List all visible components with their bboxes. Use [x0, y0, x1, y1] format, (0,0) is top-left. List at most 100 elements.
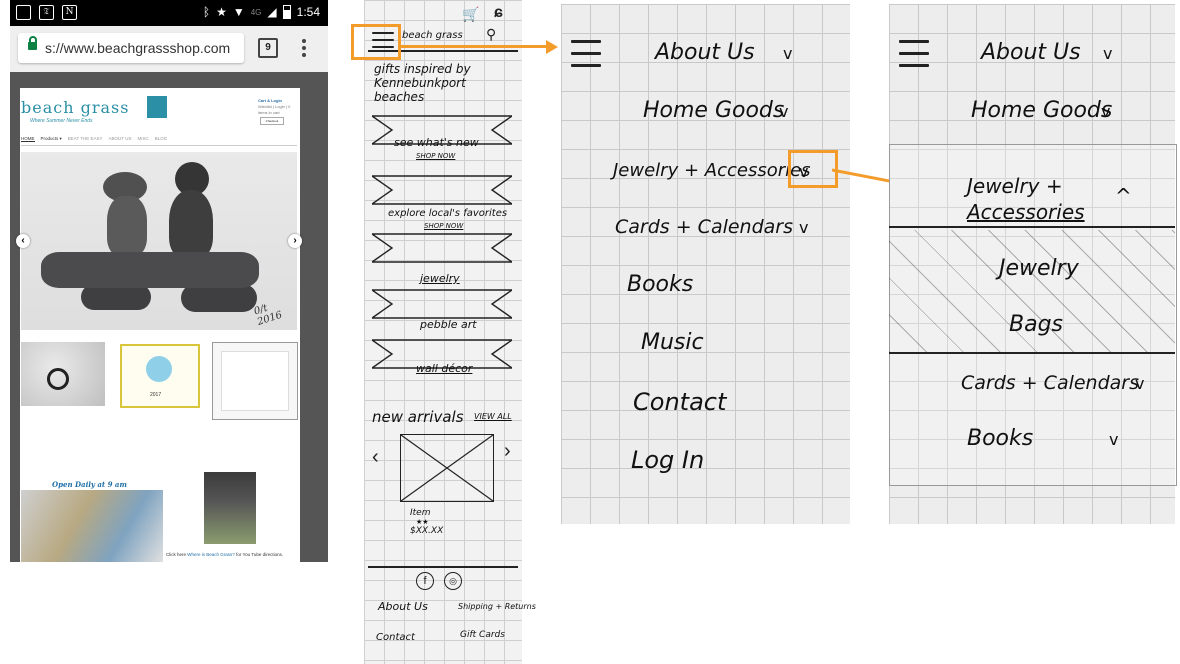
logo-mark-icon — [147, 96, 167, 118]
open-daily-text: Open Daily at 9 am — [52, 480, 127, 489]
highlight-box-hamburger — [351, 24, 401, 60]
banner-title[interactable]: pebble art — [420, 318, 477, 331]
menu-item-label[interactable]: Books — [967, 426, 1033, 451]
checkout-button[interactable]: Checkout — [260, 117, 284, 125]
banner-title[interactable]: jewelry — [420, 272, 460, 285]
chevron-down-icon[interactable]: v — [1135, 374, 1144, 393]
submenu-item-label[interactable]: Jewelry — [999, 256, 1079, 281]
clock: 1:54 — [296, 5, 320, 19]
footer-shipping[interactable]: Shipping + Returns — [458, 602, 536, 611]
nav-about[interactable]: ABOUT US — [109, 136, 132, 142]
menu-item-label[interactable]: Jewelry + Accessories — [613, 160, 811, 181]
site-nav: HOME Products ▾ BEAT THE EASY ABOUT US M… — [21, 136, 167, 142]
chevron-down-icon[interactable]: v — [1109, 430, 1118, 449]
chevron-down-icon[interactable]: v — [783, 44, 792, 63]
address-bar[interactable]: s://www.beachgrassshop.com — [18, 33, 244, 63]
menu-item-label[interactable]: Log In — [631, 446, 704, 474]
lock-icon — [28, 36, 37, 50]
artist-signature: 0/t 2016 — [252, 302, 284, 328]
more-options-icon[interactable] — [302, 39, 306, 60]
directions-suffix: for You Tube directions. — [236, 552, 284, 557]
wifi-icon: ▼ — [232, 5, 245, 19]
magazine-image — [21, 490, 163, 562]
calendar-year: 2017 — [150, 392, 162, 398]
hamburger-icon[interactable] — [899, 40, 929, 72]
carousel-next-icon[interactable]: › — [504, 440, 511, 463]
facebook-icon[interactable]: f — [416, 572, 434, 590]
carousel-prev-icon[interactable]: ‹ — [16, 234, 30, 248]
item-name: Item — [410, 508, 431, 518]
sketch-brand: beach grass — [402, 30, 463, 41]
nyt-icon: 𝔗 — [39, 5, 54, 20]
carousel-next-icon[interactable]: › — [288, 234, 302, 248]
footer-about[interactable]: About Us — [378, 600, 428, 613]
nav-misc[interactable]: MISC — [137, 136, 148, 142]
cart-icon: 🛒 — [462, 6, 480, 22]
expanded-label-line2[interactable]: Accessories — [967, 200, 1085, 224]
browser-viewport: beach grass Where Summer Never Ends Cart… — [10, 72, 328, 562]
nav-beat[interactable]: BEAT THE EASY — [68, 136, 103, 142]
submenu-item-label[interactable]: Bags — [1009, 312, 1063, 337]
site-logo[interactable]: beach grass — [21, 98, 129, 117]
menu-item-label[interactable]: Home Goods — [971, 98, 1112, 123]
product-thumb-necklace[interactable] — [21, 342, 105, 406]
chevron-down-icon[interactable]: v — [1101, 102, 1110, 121]
banner-shape — [369, 172, 515, 208]
chevron-down-icon[interactable]: v — [799, 218, 808, 237]
storefront-image — [204, 472, 256, 544]
browser-toolbar: s://www.beachgrassshop.com 9 — [10, 26, 328, 72]
instagram-icon[interactable]: ◎ — [444, 572, 462, 590]
menu-item-label[interactable]: Contact — [633, 388, 726, 416]
account-sub[interactable]: Wishlist | Login | 0 items in cart — [258, 104, 298, 116]
menu-item-label[interactable]: Books — [627, 272, 693, 297]
banner-title[interactable]: see what's new — [394, 136, 479, 149]
menu-item-label[interactable]: About Us — [655, 40, 755, 65]
nav-products[interactable]: Products ▾ — [41, 136, 62, 142]
site-tagline: Where Summer Never Ends — [30, 118, 93, 124]
network-label: 4G — [250, 7, 262, 17]
item-rating: ★★ — [416, 518, 429, 526]
directions-prefix: Click here — [166, 552, 187, 557]
expanded-label-line1[interactable]: Jewelry + — [967, 174, 1063, 198]
star-icon: ★ — [216, 5, 227, 19]
sketch-headline: gifts inspired by Kennebunkport beaches — [374, 62, 471, 104]
menu-item-label[interactable]: About Us — [981, 40, 1081, 65]
tab-count-button[interactable]: 9 — [258, 38, 278, 58]
chevron-down-icon[interactable]: v — [779, 102, 788, 121]
search-icon[interactable]: ⚲ — [486, 26, 496, 43]
menu-item-label[interactable]: Cards + Calendars — [615, 216, 793, 238]
view-all-link[interactable]: VIEW ALL — [474, 412, 512, 421]
footer-gift-cards[interactable]: Gift Cards — [460, 630, 505, 640]
url-text: s://www.beachgrassshop.com — [45, 40, 231, 56]
banner-link[interactable]: SHOP NOW — [424, 222, 463, 230]
product-thumb-frame[interactable] — [212, 342, 298, 420]
footer-contact[interactable]: Contact — [376, 632, 415, 643]
hamburger-icon[interactable] — [571, 40, 601, 72]
chevron-down-icon[interactable]: v — [1103, 44, 1112, 63]
highlight-box-chevron — [788, 150, 838, 188]
nav-blog[interactable]: BLOG — [155, 136, 168, 142]
arrow-line — [398, 45, 546, 48]
account-links[interactable]: Cart & Login Wishlist | Login | 0 items … — [258, 98, 298, 116]
banner-shape — [369, 286, 515, 322]
banner-link[interactable]: SHOP NOW — [416, 152, 455, 160]
pendant-shape — [47, 368, 69, 390]
directions-link[interactable]: Where is Beach Grass? — [187, 552, 235, 557]
nav-home[interactable]: HOME — [21, 136, 35, 142]
chevron-up-icon[interactable]: ^ — [1115, 184, 1132, 208]
sketch-homepage: 🛒 ɕ beach grass ⚲ gifts inspired by Kenn… — [364, 0, 536, 664]
battery-icon — [282, 5, 291, 19]
product-image-placeholder[interactable] — [400, 434, 494, 502]
menu-item-label[interactable]: Cards + Calendars — [961, 372, 1139, 394]
banner-title[interactable]: wall décor — [416, 362, 472, 375]
nav-divider — [21, 145, 297, 146]
calendar-art — [146, 356, 172, 382]
menu-item-label[interactable]: Music — [641, 330, 704, 355]
banner-title[interactable]: explore local's favorites — [388, 208, 507, 219]
pebble-figure — [107, 196, 147, 256]
product-thumb-calendar[interactable]: 2017 — [120, 344, 200, 408]
section-divider — [889, 352, 1175, 354]
carousel-prev-icon[interactable]: ‹ — [372, 446, 379, 469]
menu-item-label[interactable]: Home Goods — [643, 98, 784, 123]
item-price: $XX.XX — [410, 526, 444, 536]
